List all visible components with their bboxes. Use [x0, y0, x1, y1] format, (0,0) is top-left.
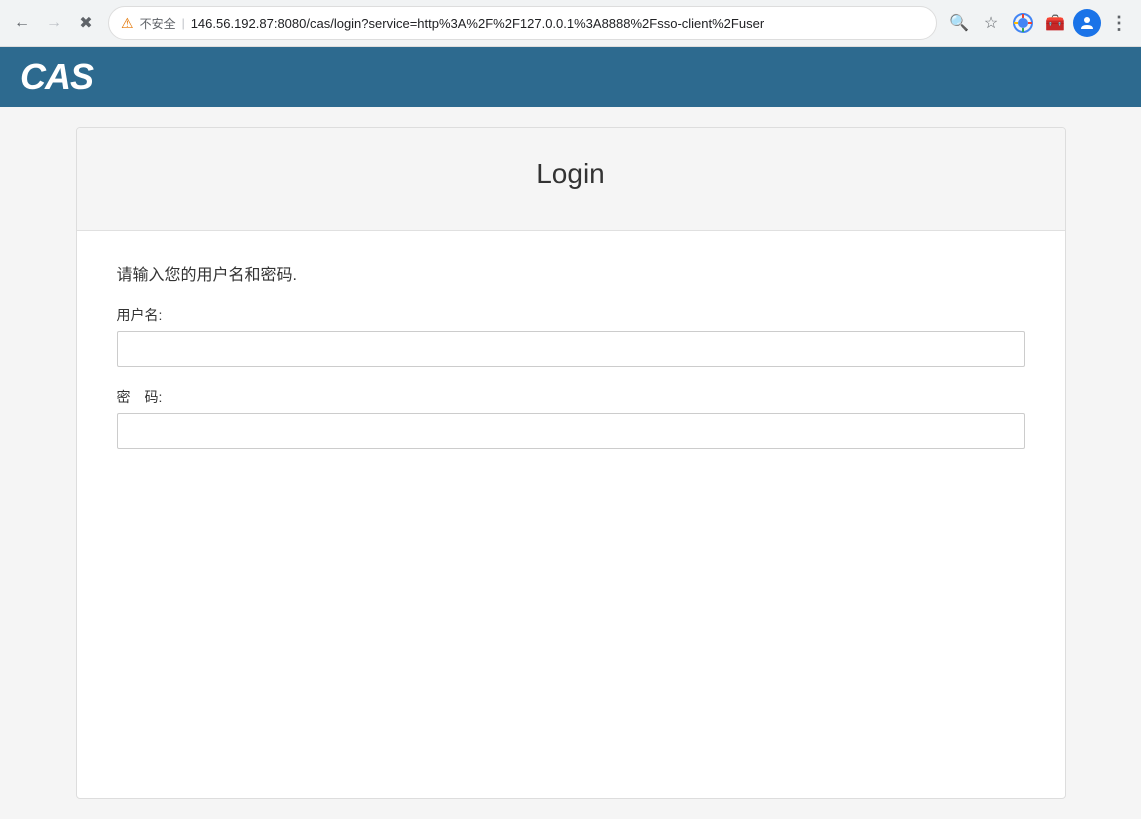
- login-title: Login: [117, 158, 1025, 190]
- url-text: 146.56.192.87:8080/cas/login?service=htt…: [191, 16, 924, 31]
- search-icon-button[interactable]: 🔍: [945, 9, 973, 37]
- menu-button[interactable]: ⋮: [1105, 9, 1133, 37]
- nav-buttons: ← → ✖: [8, 9, 100, 37]
- username-label: 用户名:: [117, 305, 1025, 325]
- reload-button[interactable]: ✖: [72, 9, 100, 37]
- username-input[interactable]: [117, 331, 1025, 367]
- forward-button[interactable]: →: [40, 9, 68, 37]
- bookmark-icon-button[interactable]: ☆: [977, 9, 1005, 37]
- username-form-group: 用户名:: [117, 305, 1025, 367]
- profile-icon[interactable]: [1073, 9, 1101, 37]
- page-header: CAS: [0, 47, 1141, 107]
- login-header: Login: [77, 128, 1065, 231]
- back-button[interactable]: ←: [8, 9, 36, 37]
- browser-chrome: ← → ✖ ⚠ 不安全 | 146.56.192.87:8080/cas/log…: [0, 0, 1141, 47]
- address-bar[interactable]: ⚠ 不安全 | 146.56.192.87:8080/cas/login?ser…: [108, 6, 937, 40]
- cas-logo: CAS: [20, 56, 93, 98]
- login-body: 请输入您的用户名和密码. 用户名: 密 码:: [77, 231, 1065, 499]
- insecure-label: 不安全: [140, 15, 176, 32]
- login-card: Login 请输入您的用户名和密码. 用户名: 密 码:: [76, 127, 1066, 799]
- password-input[interactable]: [117, 413, 1025, 449]
- warning-icon: ⚠: [121, 15, 134, 32]
- instruction-text: 请输入您的用户名和密码.: [117, 261, 1025, 285]
- toolbar-icons: 🔍 ☆ 🧰 ⋮: [945, 9, 1133, 37]
- password-form-group: 密 码:: [117, 387, 1025, 449]
- browser-toolbar: ← → ✖ ⚠ 不安全 | 146.56.192.87:8080/cas/log…: [0, 0, 1141, 46]
- page-content: Login 请输入您的用户名和密码. 用户名: 密 码:: [0, 107, 1141, 819]
- password-label: 密 码:: [117, 387, 1025, 407]
- separator: |: [182, 16, 185, 30]
- chrome-extension-icon[interactable]: [1009, 9, 1037, 37]
- extensions-button[interactable]: 🧰: [1041, 9, 1069, 37]
